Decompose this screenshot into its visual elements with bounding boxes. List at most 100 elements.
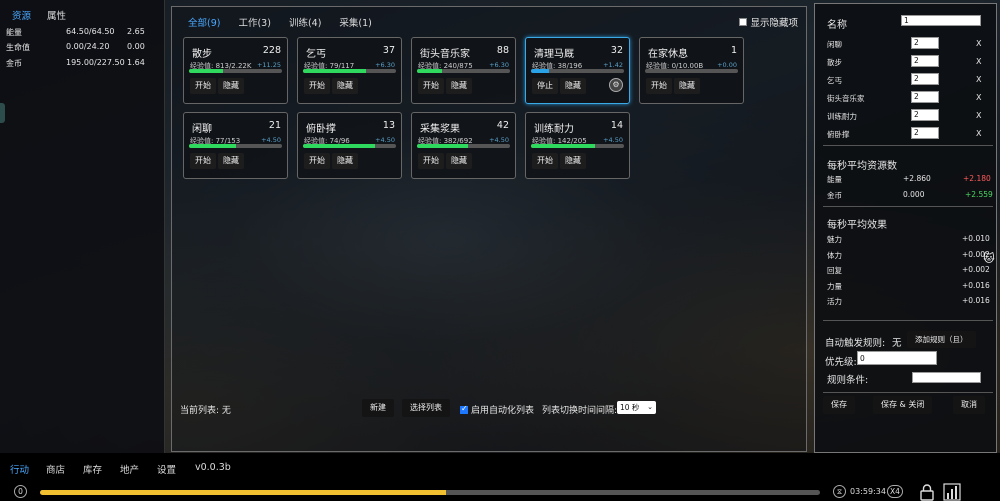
auto-list-checkbox[interactable] [460,404,468,414]
start-button[interactable]: 开始 [190,153,216,169]
tab-work[interactable]: 工作(3) [238,15,270,29]
name-label: 名称 [827,20,847,31]
remove-icon[interactable]: X [976,111,981,120]
left-collapse-handle[interactable] [0,103,5,123]
hide-button[interactable]: 隐藏 [560,153,586,169]
action-rate: +6.30 [375,61,395,69]
start-button[interactable]: 开始 [646,78,672,94]
action-card[interactable]: 散步 228 经验值: 813/2.22K +11.25 开始 隐藏 [183,37,288,104]
action-rate: +11.25 [256,61,281,69]
start-button[interactable]: 开始 [418,153,444,169]
hide-button[interactable]: 隐藏 [446,78,472,94]
lock-icon[interactable] [918,483,936,501]
avg-resource-row: 金币 0.000 +2.559 [827,190,993,204]
stat-value-delta: +2.559 [965,190,993,199]
schedule-amount-input[interactable]: 2 [911,73,939,85]
cancel-button[interactable]: 取消 [953,396,985,414]
schedule-amount-input[interactable]: 2 [911,109,939,121]
start-button[interactable]: 开始 [532,153,558,169]
switch-interval-select[interactable]: 10 秒 ⌄ [617,401,656,414]
rule-condition-input[interactable] [912,372,981,383]
action-card[interactable]: 俯卧撑 13 经验值: 74/96 +4.50 开始 隐藏 [297,112,402,179]
add-rule-button[interactable]: 添加规则（且） [907,331,976,348]
action-rate: +4.50 [375,136,395,144]
action-name: 清理马厩 [534,49,574,60]
divider [823,392,993,393]
schedule-action-name: 俯卧撑 [827,130,850,139]
start-button[interactable]: 开始 [418,78,444,94]
new-list-button[interactable]: 新建 [362,399,394,417]
resource-row-energy: 能量 64.50/64.50 2.65 [6,27,156,41]
remove-icon[interactable]: X [976,93,981,102]
action-count: 14 [610,120,623,131]
action-count: 88 [496,45,509,56]
schedule-amount-input[interactable]: 2 [911,37,939,49]
schedule-amount-input[interactable]: 2 [911,55,939,67]
select-list-button[interactable]: 选择列表 [402,399,450,417]
action-card[interactable]: 在家休息 1 经验值: 0/10.00B +0.00 开始 隐藏 [639,37,744,104]
resources-panel: 资源 属性 能量 64.50/64.50 2.65 生命值 0.00/24.20… [0,0,165,453]
speed-toggle[interactable]: X4 [887,485,903,498]
remove-icon[interactable]: X [976,39,981,48]
nav-settings[interactable]: 设置 [157,462,176,476]
nav-property[interactable]: 地产 [120,462,139,476]
hide-button[interactable]: 隐藏 [332,78,358,94]
save-button[interactable]: 保存 [823,396,855,414]
tab-attributes[interactable]: 属性 [47,8,66,22]
action-card[interactable]: 乞丐 37 经验值: 79/117 +6.30 开始 隐藏 [297,37,402,104]
resource-rate: 1.64 [127,58,145,67]
schedule-action-name: 散步 [827,58,842,67]
tab-resources[interactable]: 资源 [12,8,31,22]
tab-gathering[interactable]: 采集(1) [339,15,371,29]
nav-actions[interactable]: 行动 [10,462,29,476]
list-name-input[interactable]: 1 [901,15,981,26]
hide-button[interactable]: 隐藏 [218,78,244,94]
start-button[interactable]: 开始 [304,78,330,94]
exp-progress-bar [417,144,510,148]
exp-progress-bar [531,144,624,148]
stat-name: 体力 [827,250,842,260]
hide-button[interactable]: 隐藏 [218,153,244,169]
show-hidden-toggle[interactable]: 显示隐藏项 [739,15,798,29]
schedule-amount-input[interactable]: 2 [911,91,939,103]
exp-progress-bar [417,69,510,73]
nav-inventory[interactable]: 库存 [83,462,102,476]
hide-button[interactable]: 隐藏 [560,78,586,94]
remove-icon[interactable]: X [976,57,981,66]
counter-badge[interactable]: 0 [14,485,27,498]
action-card[interactable]: 闲聊 21 经验值: 77/153 +4.50 开始 隐藏 [183,112,288,179]
action-name: 散步 [192,49,212,60]
action-card[interactable]: 街头音乐家 88 经验值: 240/875 +6.30 开始 隐藏 [411,37,516,104]
action-card[interactable]: 训练耐力 14 经验值: 142/205 +4.50 开始 隐藏 [525,112,630,179]
divider [823,206,993,207]
auto-list-toggle[interactable]: 启用自动化列表 列表切换时间间隔: [460,403,617,416]
start-button[interactable]: 开始 [304,153,330,169]
stop-button[interactable]: 停止 [532,78,558,94]
gear-icon[interactable]: ⚙ [609,78,623,92]
cat-icon[interactable]: 🐱 [982,252,996,268]
hide-button[interactable]: 隐藏 [446,153,472,169]
stat-name: 活力 [827,297,842,306]
tab-training[interactable]: 训练(4) [289,15,321,29]
list-editor-panel: 名称 1 闲聊 2 X 散步 2 X 乞丐 2 X 街头音乐家 2 X 训练耐力 2 X 俯卧撑 2 X 每秒平均… [814,3,997,453]
action-card[interactable]: 清理马厩 32 经验值: 38/196 +1.42 停止 隐藏 ⚙ [525,37,630,104]
start-button[interactable]: 开始 [190,78,216,94]
hourglass-icon[interactable]: ⧖ [833,485,846,498]
action-card[interactable]: 采集浆果 42 经验值: 382/692 +4.50 开始 隐藏 [411,112,516,179]
exp-progress-fill [531,144,596,148]
tab-all[interactable]: 全部(9) [188,15,220,29]
stats-icon[interactable] [943,483,961,501]
remove-icon[interactable]: X [976,129,981,138]
version-label: v0.0.3b [195,462,231,473]
show-hidden-checkbox[interactable] [739,18,748,26]
remove-icon[interactable]: X [976,75,981,84]
hide-button[interactable]: 隐藏 [674,78,700,94]
schedule-amount-input[interactable]: 2 [911,127,939,139]
schedule-action-name: 闲聊 [827,40,842,49]
nav-shop[interactable]: 商店 [46,462,65,476]
left-tabs: 资源 属性 [0,0,164,22]
hide-button[interactable]: 隐藏 [332,153,358,169]
priority-input[interactable]: 0 [857,351,937,365]
schedule-row: 街头音乐家 2 X [827,90,992,106]
save-close-button[interactable]: 保存 & 关闭 [873,396,933,414]
